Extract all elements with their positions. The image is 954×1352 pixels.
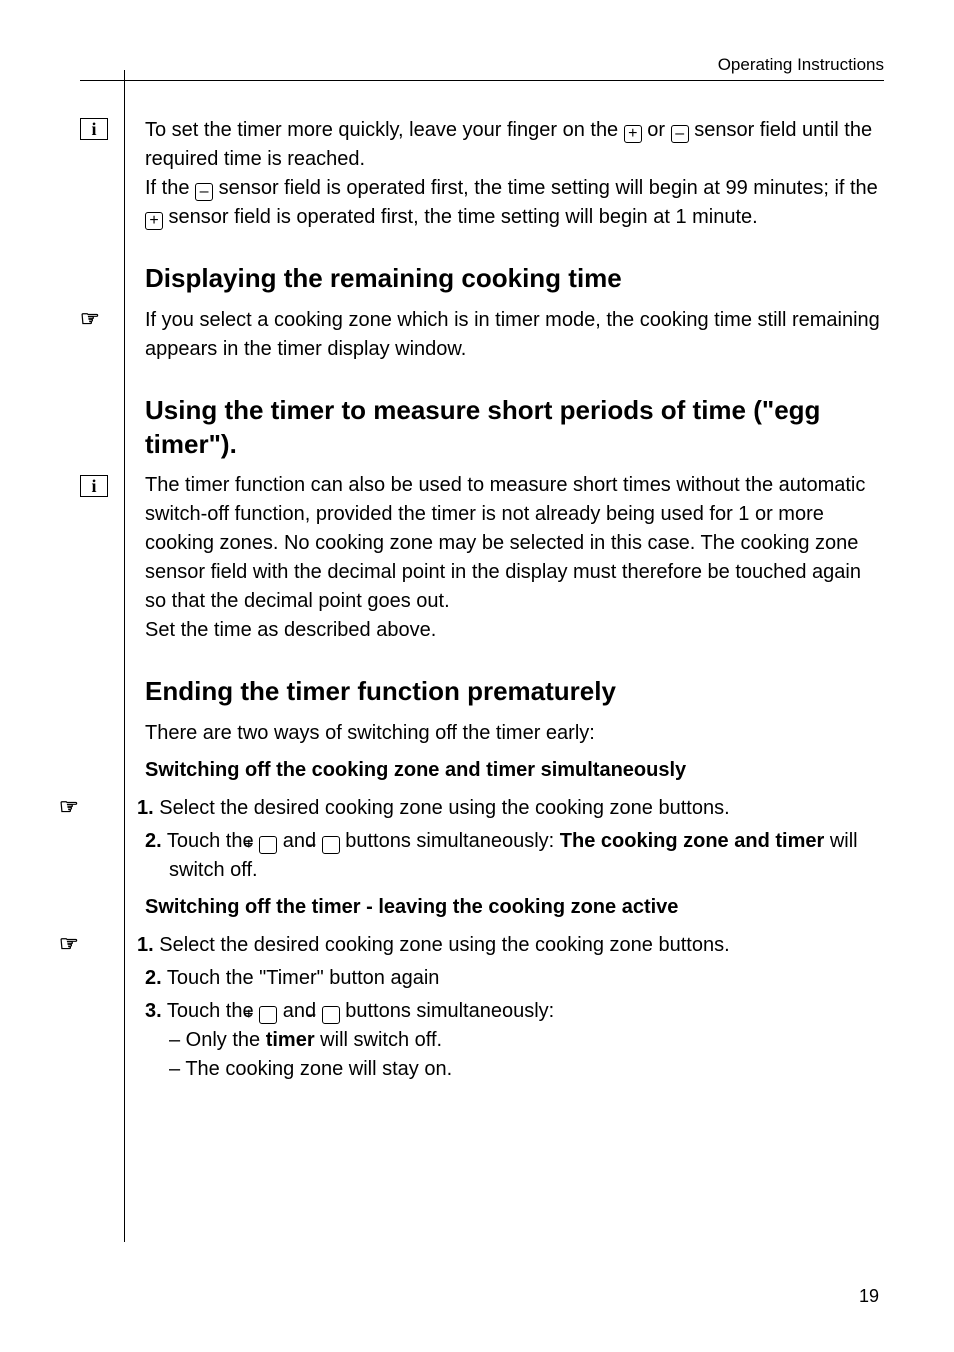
- sub-bullet: – The cooking zone will stay on.: [169, 1055, 884, 1084]
- heading-remaining-time: Displaying the remaining cooking time: [145, 262, 884, 296]
- minus-icon: –: [671, 125, 689, 143]
- text: Touch the "Timer" button again: [162, 967, 440, 989]
- step-num: 2.: [145, 967, 162, 989]
- step-num: 3.: [145, 1000, 162, 1022]
- subheading: Switching off the timer - leaving the co…: [145, 893, 884, 922]
- info-icon: i: [80, 118, 108, 140]
- text: buttons simultaneously:: [340, 1000, 555, 1022]
- text: buttons simultaneously:: [340, 830, 560, 852]
- tip-paragraph: To set the timer more quickly, leave you…: [145, 116, 884, 232]
- plus-icon: +: [259, 836, 277, 854]
- hand-icon: ☞: [83, 928, 137, 960]
- list-item: 2. Touch the + and – buttons simultaneou…: [145, 827, 884, 885]
- text: sensor field is operated first, the time…: [163, 206, 758, 228]
- margin-rule: [124, 70, 125, 1242]
- body-text: If you select a cooking zone which is in…: [145, 306, 884, 364]
- info-icon: i: [80, 475, 108, 497]
- sub-bullet: – Only the timer will switch off.: [169, 1026, 884, 1055]
- plus-icon: +: [259, 1006, 277, 1024]
- step-num: 1.: [137, 934, 154, 956]
- step-list: ☞1. Select the desired cooking zone usin…: [145, 928, 884, 1084]
- hand-icon: ☞: [80, 308, 100, 330]
- list-item: ☞1. Select the desired cooking zone usin…: [145, 791, 884, 823]
- step-list: ☞1. Select the desired cooking zone usin…: [145, 791, 884, 885]
- step-num: 1.: [137, 797, 154, 819]
- list-item: 2. Touch the "Timer" button again: [145, 964, 884, 993]
- list-item: 3. Touch the + and – buttons simultaneou…: [145, 997, 884, 1084]
- text: Select the desired cooking zone using th…: [154, 797, 730, 819]
- hand-icon: ☞: [83, 791, 137, 823]
- text: sensor field is operated first, the time…: [213, 177, 878, 199]
- list-item: ☞1. Select the desired cooking zone usin…: [145, 928, 884, 960]
- minus-icon: –: [195, 183, 213, 201]
- text: The timer function can also be used to m…: [145, 474, 865, 612]
- text: will switch off.: [315, 1029, 442, 1051]
- header-title: Operating Instructions: [718, 55, 884, 74]
- text: To set the timer more quickly, leave you…: [145, 119, 624, 141]
- minus-icon: –: [322, 1006, 340, 1024]
- step-num: 2.: [145, 830, 162, 852]
- heading-ending-timer: Ending the timer function prematurely: [145, 675, 884, 709]
- text: If the: [145, 177, 195, 199]
- bold-text: The cooking zone and timer: [560, 830, 824, 852]
- text: or: [642, 119, 671, 141]
- heading-egg-timer: Using the timer to measure short periods…: [145, 394, 884, 462]
- text: Set the time as described above.: [145, 619, 436, 641]
- plus-icon: +: [624, 125, 642, 143]
- intro: There are two ways of switching off the …: [145, 719, 884, 748]
- text: – Only the: [169, 1029, 266, 1051]
- text: Select the desired cooking zone using th…: [154, 934, 730, 956]
- subheading: Switching off the cooking zone and timer…: [145, 756, 884, 785]
- bold-text: timer: [266, 1029, 315, 1051]
- body-text: There are two ways of switching off the …: [145, 719, 884, 1084]
- running-header: Operating Instructions: [80, 55, 884, 81]
- plus-icon: +: [145, 212, 163, 230]
- minus-icon: –: [322, 836, 340, 854]
- page-number: 19: [859, 1286, 879, 1307]
- body-text: The timer function can also be used to m…: [145, 471, 884, 645]
